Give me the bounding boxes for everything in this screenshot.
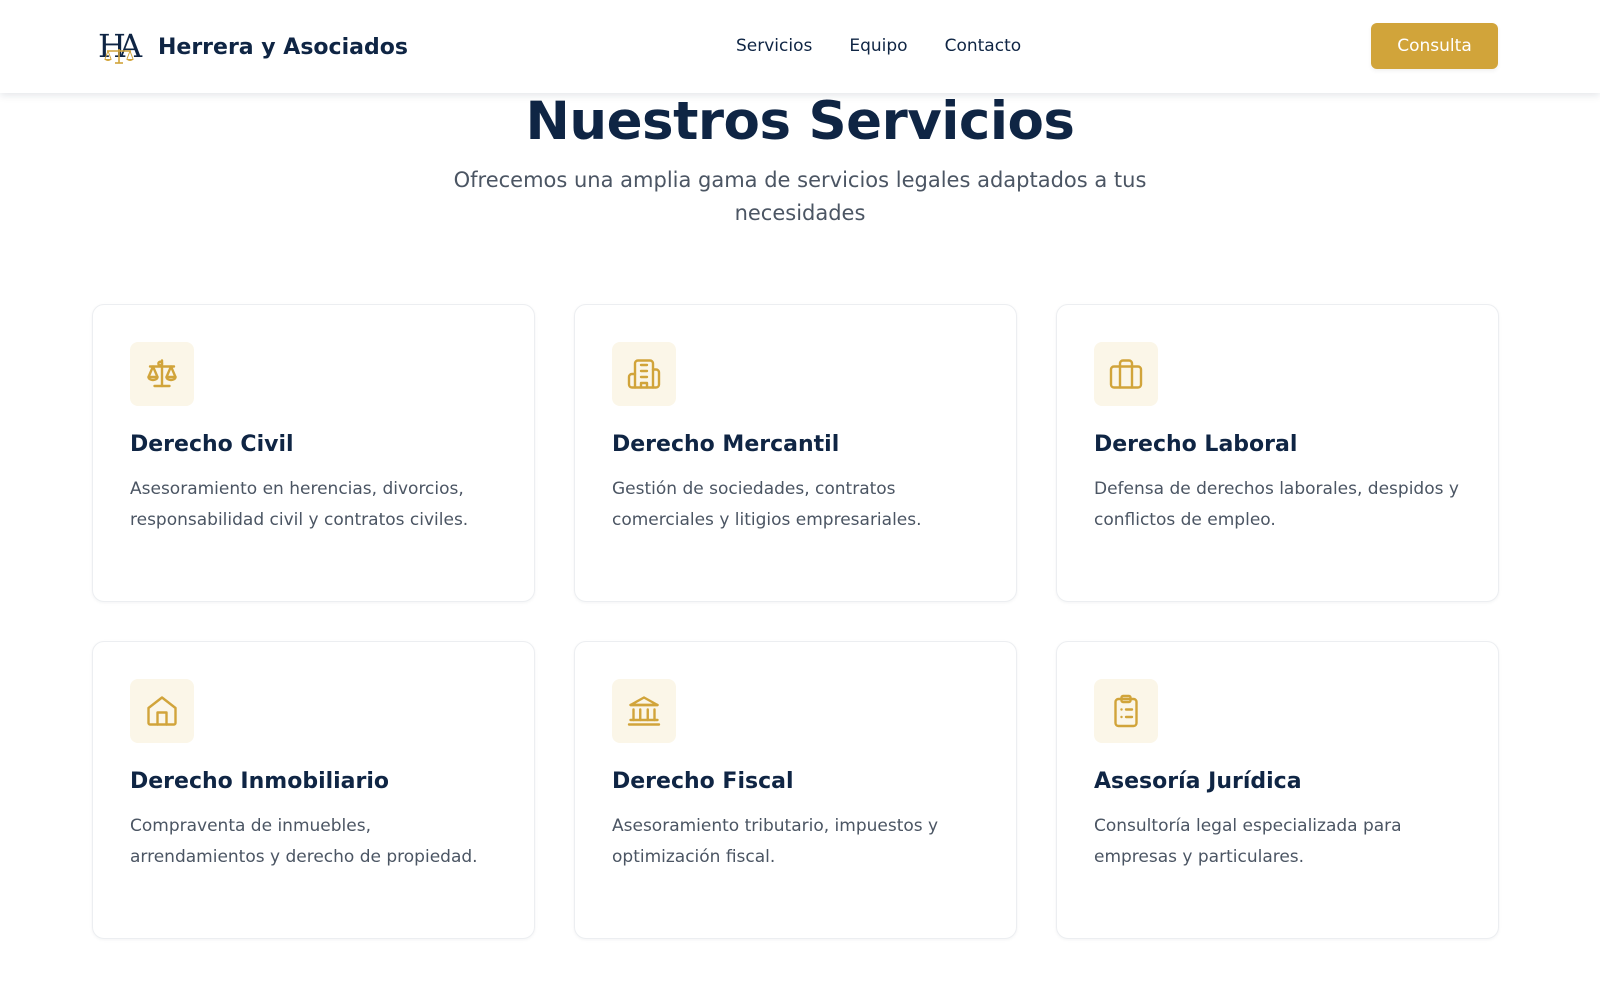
service-card-title: Derecho Inmobiliario — [130, 769, 390, 794]
nav-link-equipo[interactable]: Equipo — [849, 33, 907, 59]
service-card-derecho-fiscal[interactable]: Derecho Fiscal Asesoramiento tributario,… — [574, 641, 1017, 939]
site-header: H A Herrera y Asociados Servicios Equipo… — [0, 0, 1600, 93]
service-card-title: Derecho Mercantil — [612, 432, 840, 457]
service-card-derecho-civil[interactable]: Derecho Civil Asesoramiento en herencias… — [92, 304, 535, 602]
brand-name: Herrera y Asociados — [158, 34, 408, 60]
house-icon — [147, 696, 177, 726]
service-icon-box — [130, 342, 194, 406]
service-card-description: Defensa de derechos laborales, despidos … — [1094, 479, 1459, 530]
services-title: Nuestros Servicios — [525, 91, 1075, 152]
service-icon-box — [612, 342, 676, 406]
service-card-derecho-laboral[interactable]: Derecho Laboral Defensa de derechos labo… — [1056, 304, 1499, 602]
service-card-description: Compraventa de inmuebles, arrendamientos… — [130, 816, 478, 867]
services-grid: Derecho Civil Asesoramiento en herencias… — [92, 304, 1499, 939]
service-card-title: Derecho Civil — [130, 432, 294, 457]
scales-icon — [147, 359, 177, 388]
service-card-description: Asesoramiento tributario, impuestos y op… — [612, 816, 939, 867]
service-card-derecho-inmobiliario[interactable]: Derecho Inmobiliario Compraventa de inmu… — [92, 641, 535, 939]
service-card-description: Consultoría legal especializada para emp… — [1094, 816, 1402, 867]
brand-link[interactable]: H A Herrera y Asociados — [98, 28, 408, 66]
scales-monogram-logo-icon: H A — [98, 28, 143, 65]
nav-link-contacto[interactable]: Contacto — [945, 33, 1022, 59]
service-icon-box — [1094, 679, 1158, 743]
nav-link-servicios[interactable]: Servicios — [736, 33, 812, 59]
briefcase-icon — [1109, 359, 1143, 389]
service-card-description: Asesoramiento en herencias, divorcios, r… — [130, 479, 469, 530]
main-nav: Servicios Equipo Contacto — [736, 33, 1021, 59]
service-card-description: Gestión de sociedades, contratos comerci… — [612, 479, 922, 530]
building-icon — [627, 359, 661, 389]
bank-icon — [627, 696, 661, 726]
service-card-title: Asesoría Jurídica — [1094, 769, 1302, 794]
service-card-derecho-mercantil[interactable]: Derecho Mercantil Gestión de sociedades,… — [574, 304, 1017, 602]
services-subtitle: Ofrecemos una amplia gama de servicios l… — [453, 168, 1147, 225]
service-icon-box — [130, 679, 194, 743]
service-icon-box — [1094, 342, 1158, 406]
service-card-title: Derecho Fiscal — [612, 769, 794, 794]
service-card-asesoria-juridica[interactable]: Asesoría Jurídica Consultoría legal espe… — [1056, 641, 1499, 939]
service-icon-box — [612, 679, 676, 743]
clipboard-icon — [1114, 694, 1138, 728]
service-card-title: Derecho Laboral — [1094, 432, 1298, 457]
consultation-button[interactable]: Consulta — [1371, 23, 1498, 69]
